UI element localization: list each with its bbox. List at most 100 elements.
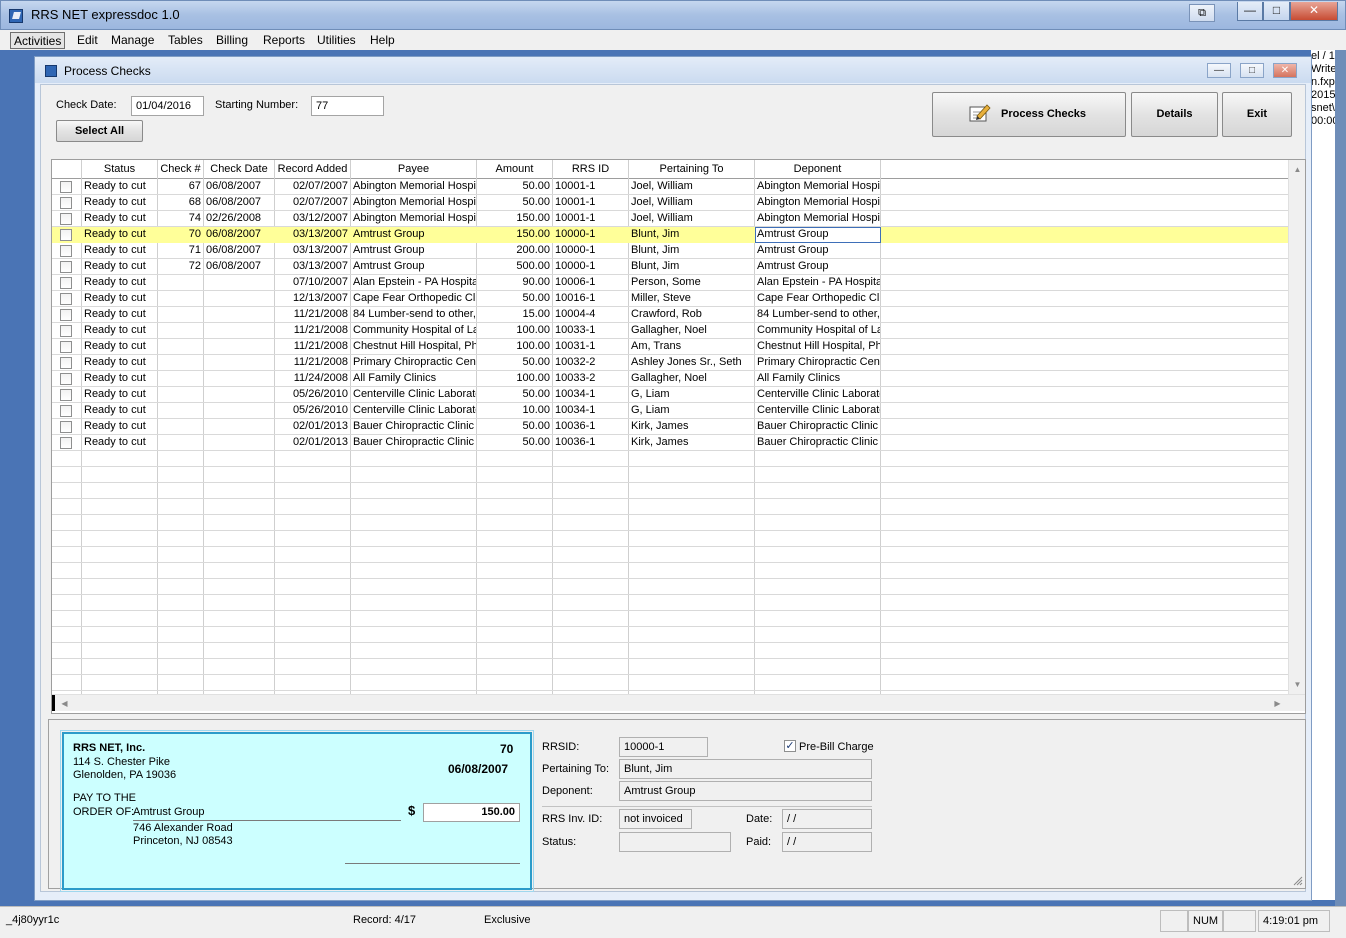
payee-cell[interactable]: Bauer Chiropractic Clinic — [351, 419, 476, 435]
row-select-checkbox[interactable] — [60, 261, 72, 273]
payee-cell[interactable]: Abington Memorial Hospital — [351, 195, 476, 211]
pertaining-to-cell[interactable]: Joel, William — [629, 211, 754, 227]
payee-cell[interactable]: Centerville Clinic Laboratory — [351, 403, 476, 419]
row-select-checkbox[interactable] — [60, 437, 72, 449]
status-cell[interactable]: Ready to cut — [82, 307, 157, 323]
amount-cell[interactable]: 100.00 — [477, 323, 552, 339]
check-date-cell[interactable] — [204, 339, 274, 355]
status-cell[interactable]: Ready to cut — [82, 355, 157, 371]
table-row[interactable]: Ready to cut 05/26/2010 Centerville Clinic… — [52, 403, 1288, 419]
record-added-cell[interactable]: 11/21/2008 — [275, 339, 350, 355]
status-cell[interactable]: Ready to cut — [82, 339, 157, 355]
record-added-cell[interactable]: 07/10/2007 — [275, 275, 350, 291]
row-select-checkbox[interactable] — [60, 357, 72, 369]
table-row[interactable]: Ready to cut 11/21/2008 Community Hospital… — [52, 323, 1288, 339]
exit-button[interactable]: Exit — [1222, 92, 1292, 137]
child-close-button[interactable]: ✕ — [1273, 63, 1297, 78]
resize-grip-icon[interactable] — [1291, 874, 1303, 886]
deponent-field[interactable]: Amtrust Group — [619, 781, 872, 801]
status-cell[interactable]: Ready to cut — [82, 435, 157, 451]
rrs-id-cell[interactable]: 10000-1 — [553, 259, 628, 275]
deponent-cell[interactable]: Bauer Chiropractic Clinic — [755, 419, 880, 435]
pertaining-to-field[interactable]: Blunt, Jim — [619, 759, 872, 779]
menu-help[interactable]: Help — [367, 32, 398, 49]
record-added-cell[interactable]: 02/01/2013 — [275, 419, 350, 435]
horizontal-scrollbar[interactable]: ◀ ▶ — [52, 694, 1305, 711]
deponent-cell[interactable]: Centerville Clinic Laboratory — [755, 403, 880, 419]
check-date-cell[interactable] — [204, 275, 274, 291]
deponent-cell[interactable]: Community Hospital of Lancaster — [755, 323, 880, 339]
deponent-cell[interactable]: Alan Epstein - PA Hospital — [755, 275, 880, 291]
rrs-id-cell[interactable]: 10001-1 — [553, 195, 628, 211]
status-cell[interactable]: Ready to cut — [82, 323, 157, 339]
check-number-cell[interactable]: 67 — [158, 179, 203, 195]
deponent-cell[interactable]: Amtrust Group — [755, 243, 880, 259]
status-cell[interactable]: Ready to cut — [82, 387, 157, 403]
starting-number-field[interactable]: 77 — [311, 96, 384, 116]
rrs-id-cell[interactable]: 10034-1 — [553, 403, 628, 419]
column-header-check-number[interactable]: Check # — [158, 160, 204, 179]
check-date-cell[interactable] — [204, 419, 274, 435]
table-row[interactable]: Ready to cut 11/24/2008 All Family Clinics… — [52, 371, 1288, 387]
record-added-cell[interactable]: 02/07/2007 — [275, 179, 350, 195]
check-date-cell[interactable]: 06/08/2007 — [204, 179, 274, 195]
status-cell[interactable]: Ready to cut — [82, 211, 157, 227]
payee-cell[interactable]: Abington Memorial Hospital — [351, 211, 476, 227]
amount-cell[interactable]: 50.00 — [477, 355, 552, 371]
menu-reports[interactable]: Reports — [260, 32, 308, 49]
amount-cell[interactable]: 50.00 — [477, 419, 552, 435]
details-button[interactable]: Details — [1131, 92, 1218, 137]
pertaining-to-cell[interactable]: Gallagher, Noel — [629, 323, 754, 339]
check-date-cell[interactable] — [204, 387, 274, 403]
amount-cell[interactable]: 500.00 — [477, 259, 552, 275]
payee-cell[interactable]: Bauer Chiropractic Clinic — [351, 435, 476, 451]
check-date-cell[interactable] — [204, 323, 274, 339]
pertaining-to-cell[interactable]: Joel, William — [629, 179, 754, 195]
record-added-cell[interactable]: 03/13/2007 — [275, 243, 350, 259]
prebill-checkbox[interactable]: ✓ — [784, 740, 796, 752]
pertaining-to-cell[interactable]: G, Liam — [629, 387, 754, 403]
table-row[interactable]: Ready to cut 11/21/2008 Chestnut Hill Hosp… — [52, 339, 1288, 355]
column-header-select[interactable] — [52, 160, 82, 179]
record-added-cell[interactable]: 11/21/2008 — [275, 323, 350, 339]
status-cell[interactable]: Ready to cut — [82, 371, 157, 387]
deponent-cell[interactable]: Bauer Chiropractic Clinic — [755, 435, 880, 451]
check-number-cell[interactable] — [158, 355, 203, 371]
menu-edit[interactable]: Edit — [74, 32, 101, 49]
column-header-record-added[interactable]: Record Added — [275, 160, 351, 179]
close-button[interactable]: ✕ — [1290, 2, 1338, 21]
payee-cell[interactable]: Primary Chiropractic Center — [351, 355, 476, 371]
pertaining-to-cell[interactable]: Ashley Jones Sr., Seth — [629, 355, 754, 371]
check-number-cell[interactable] — [158, 323, 203, 339]
table-row[interactable]: Ready to cut 07/10/2007 Alan Epstein - PA … — [52, 275, 1288, 291]
amount-cell[interactable]: 50.00 — [477, 195, 552, 211]
amount-cell[interactable]: 50.00 — [477, 387, 552, 403]
payee-cell[interactable]: Amtrust Group — [351, 243, 476, 259]
check-number-cell[interactable]: 71 — [158, 243, 203, 259]
child-maximize-button[interactable]: □ — [1240, 63, 1264, 78]
amount-cell[interactable]: 50.00 — [477, 179, 552, 195]
status-cell[interactable]: Ready to cut — [82, 179, 157, 195]
payee-cell[interactable]: Alan Epstein - PA Hospital — [351, 275, 476, 291]
scroll-down-icon[interactable]: ▼ — [1290, 677, 1305, 692]
deponent-cell[interactable]: Abington Memorial Hospital — [755, 179, 880, 195]
pertaining-to-cell[interactable]: Blunt, Jim — [629, 227, 754, 243]
check-date-cell[interactable] — [204, 355, 274, 371]
invoice-date-field[interactable]: / / — [782, 809, 872, 829]
pertaining-to-cell[interactable]: G, Liam — [629, 403, 754, 419]
table-row[interactable]: Ready to cut 11/21/2008 84 Lumber-send to … — [52, 307, 1288, 323]
deponent-cell[interactable]: Chestnut Hill Hospital, Physicians — [755, 339, 880, 355]
pertaining-to-cell[interactable]: Blunt, Jim — [629, 259, 754, 275]
column-header-amount[interactable]: Amount — [477, 160, 553, 179]
table-row[interactable]: Ready to cut 74 02/26/2008 03/12/2007 Abingt… — [52, 211, 1288, 227]
payee-cell[interactable]: All Family Clinics — [351, 371, 476, 387]
status-cell[interactable]: Ready to cut — [82, 195, 157, 211]
check-number-cell[interactable]: 72 — [158, 259, 203, 275]
row-select-checkbox[interactable] — [60, 277, 72, 289]
record-added-cell[interactable]: 11/21/2008 — [275, 355, 350, 371]
check-number-cell[interactable]: 74 — [158, 211, 203, 227]
check-date-cell[interactable]: 06/08/2007 — [204, 243, 274, 259]
table-row[interactable]: Ready to cut 68 06/08/2007 02/07/2007 Abingt… — [52, 195, 1288, 211]
pertaining-to-cell[interactable]: Person, Some — [629, 275, 754, 291]
check-number-cell[interactable] — [158, 371, 203, 387]
